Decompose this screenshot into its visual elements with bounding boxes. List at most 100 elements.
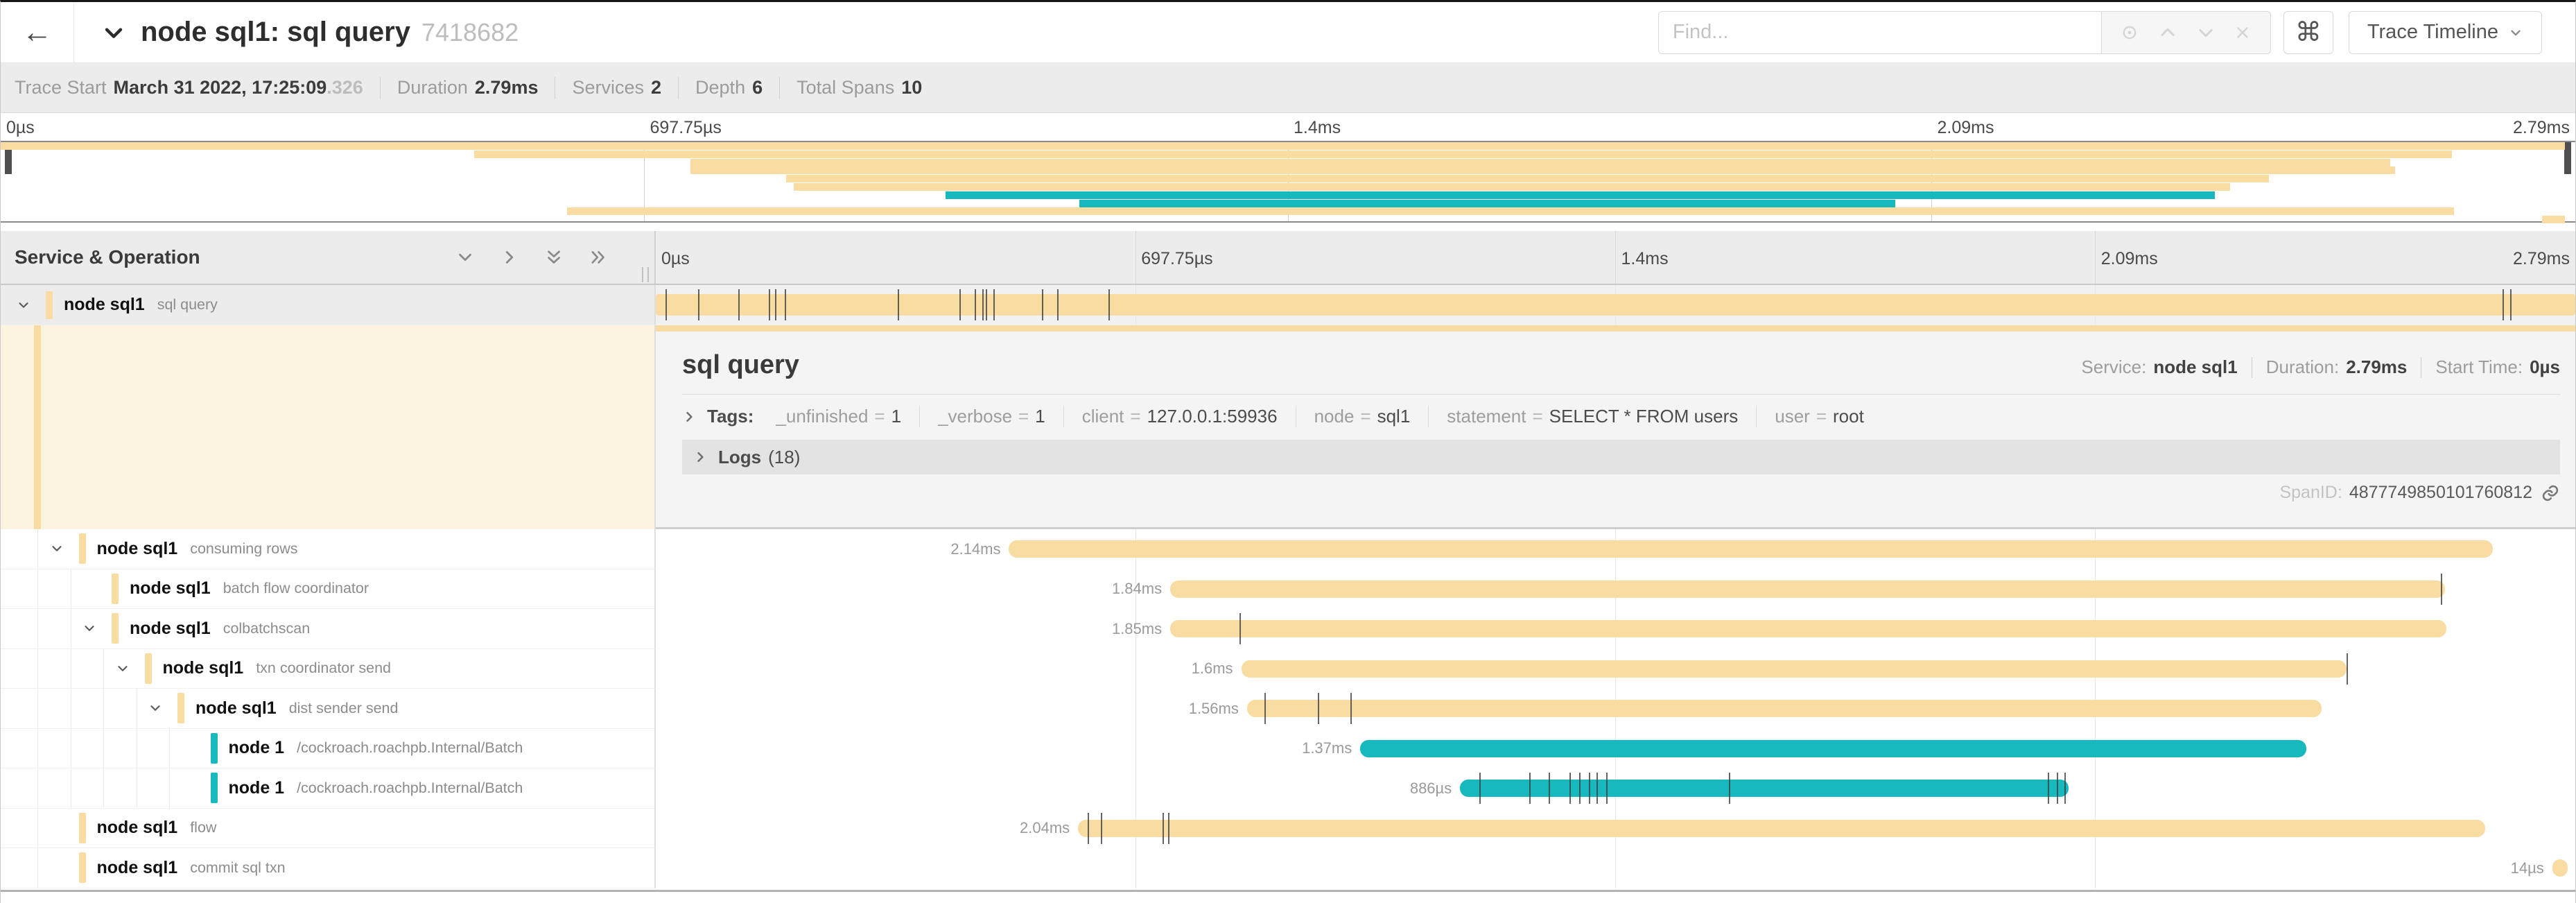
axis-tick-label: 1.4ms bbox=[1621, 249, 1669, 269]
tree-indent-guide bbox=[103, 768, 104, 808]
collapse-one-icon[interactable] bbox=[455, 247, 476, 268]
span-detail-panel: sql query Service:node sql1Duration:2.79… bbox=[656, 325, 2575, 529]
span-bar[interactable] bbox=[1242, 660, 2347, 678]
operation-name: batch flow coordinator bbox=[223, 580, 369, 597]
tree-indent-guide bbox=[103, 729, 104, 768]
tree-chevron-down-icon[interactable] bbox=[46, 541, 67, 556]
span-name-cell[interactable]: node sql1txn coordinator send bbox=[1, 649, 656, 689]
span-row[interactable]: node 1/cockroach.roachpb.Internal/Batch 1… bbox=[1, 729, 2575, 769]
axis-tick-label: 0µs bbox=[6, 118, 35, 138]
log-tick-mark bbox=[2503, 289, 2504, 320]
span-timeline-cell[interactable]: 1.37ms bbox=[656, 729, 2575, 769]
summary-value-suffix: .326 bbox=[327, 77, 363, 98]
minimap-right-scrubber[interactable] bbox=[2564, 142, 2571, 174]
find-prev-icon[interactable] bbox=[2158, 23, 2177, 42]
span-row[interactable]: node sql1dist sender send1.56ms bbox=[1, 689, 2575, 729]
view-selector-label: Trace Timeline bbox=[2367, 21, 2498, 44]
span-name-cell[interactable]: node sql1flow bbox=[1, 809, 656, 849]
span-bar[interactable] bbox=[1170, 580, 2445, 598]
expand-one-icon[interactable] bbox=[499, 247, 520, 268]
log-tick-mark bbox=[775, 289, 776, 320]
find-next-icon[interactable] bbox=[2196, 23, 2216, 42]
span-timeline-cell[interactable]: 1.6ms bbox=[656, 649, 2575, 689]
tree-chevron-down-icon[interactable] bbox=[79, 621, 100, 636]
span-bar[interactable] bbox=[1460, 780, 2069, 797]
tag-key: user bbox=[1775, 406, 1810, 427]
tags-section[interactable]: Tags: _unfinished=1_verbose=1client=127.… bbox=[682, 406, 2560, 427]
tag-list: _unfinished=1_verbose=1client=127.0.0.1:… bbox=[758, 406, 1881, 427]
summary-label: Depth bbox=[695, 77, 745, 98]
span-name-cell[interactable]: node sql1consuming rows bbox=[1, 529, 656, 569]
log-tick-mark bbox=[665, 289, 667, 320]
column-resizer-handle[interactable] bbox=[642, 267, 649, 282]
span-name-cell[interactable]: node sql1batch flow coordinator bbox=[1, 569, 656, 610]
span-name-cell[interactable]: node sql1sql query bbox=[1, 285, 656, 325]
span-bar[interactable] bbox=[1078, 820, 2485, 837]
tag-equals: = bbox=[1130, 406, 1140, 427]
service-color-bar bbox=[112, 574, 119, 604]
span-name-cell[interactable]: node sql1dist sender send bbox=[1, 689, 656, 729]
span-timeline-cell[interactable]: 1.56ms bbox=[656, 689, 2575, 729]
log-tick-mark bbox=[1569, 773, 1571, 804]
expand-all-icon[interactable] bbox=[588, 247, 609, 268]
summary-label: Trace Start bbox=[15, 77, 107, 98]
span-timeline-cell[interactable]: 886µs bbox=[656, 768, 2575, 809]
span-name-cell[interactable]: node 1/cockroach.roachpb.Internal/Batch bbox=[1, 768, 656, 809]
find-input[interactable] bbox=[1658, 11, 2102, 54]
span-duration-label: 1.37ms bbox=[1302, 739, 1352, 757]
view-selector-button[interactable]: Trace Timeline bbox=[2349, 11, 2542, 54]
span-bar[interactable] bbox=[1170, 620, 2446, 637]
service-color-bar bbox=[79, 852, 86, 883]
trace-collapse-chevron-icon[interactable] bbox=[102, 21, 125, 44]
log-tick-mark bbox=[1318, 693, 1319, 724]
back-button[interactable]: ← bbox=[1, 2, 74, 62]
span-bar[interactable] bbox=[1247, 700, 2322, 717]
span-timeline-cell[interactable]: 14µs bbox=[656, 848, 2575, 888]
tag-item: _unfinished=1 bbox=[758, 406, 919, 427]
span-name-cell[interactable]: node sql1colbatchscan bbox=[1, 609, 656, 649]
span-timeline-cell[interactable]: 2.14ms bbox=[656, 529, 2575, 569]
minimap-canvas[interactable] bbox=[1, 141, 2575, 223]
header-controls: ⌘ Trace Timeline bbox=[1658, 11, 2575, 54]
tree-indent-guide bbox=[37, 768, 38, 808]
collapse-all-icon[interactable] bbox=[543, 247, 564, 268]
span-bar[interactable] bbox=[1360, 740, 2306, 757]
service-color-bar bbox=[79, 533, 86, 564]
span-row[interactable]: node sql1sql query bbox=[1, 285, 2575, 325]
span-timeline-cell[interactable] bbox=[656, 285, 2575, 325]
service-color-bar bbox=[211, 773, 218, 803]
expand-collapse-controls bbox=[455, 247, 654, 268]
logs-expand-chevron-icon[interactable] bbox=[693, 450, 707, 464]
link-icon[interactable] bbox=[2541, 483, 2560, 503]
minimap-span-bar bbox=[946, 191, 2215, 199]
span-bar[interactable] bbox=[1009, 540, 2492, 558]
span-bar[interactable] bbox=[2552, 859, 2568, 877]
span-timeline-cell[interactable]: 1.85ms bbox=[656, 609, 2575, 649]
span-name-cell[interactable]: node sql1commit sql txn bbox=[1, 848, 656, 888]
span-row[interactable]: node sql1commit sql txn14µs bbox=[1, 848, 2575, 888]
tree-indent-guide bbox=[103, 689, 104, 728]
span-timeline-cell[interactable]: 2.04ms bbox=[656, 809, 2575, 849]
tags-expand-chevron-icon[interactable] bbox=[682, 410, 696, 424]
locate-icon[interactable] bbox=[2120, 23, 2139, 42]
tree-chevron-down-icon[interactable] bbox=[112, 661, 133, 676]
span-name-cell[interactable]: node 1/cockroach.roachpb.Internal/Batch bbox=[1, 729, 656, 769]
span-bar[interactable] bbox=[656, 294, 2575, 316]
span-row[interactable]: node sql1flow2.04ms bbox=[1, 809, 2575, 849]
span-row[interactable]: node sql1colbatchscan1.85ms bbox=[1, 609, 2575, 649]
span-row[interactable]: node sql1txn coordinator send1.6ms bbox=[1, 649, 2575, 689]
log-tick-mark bbox=[1264, 693, 1266, 724]
minimap-axis-labels: 0µs697.75µs1.4ms2.09ms2.79ms bbox=[1, 113, 2575, 141]
span-row[interactable]: node sql1consuming rows2.14ms bbox=[1, 529, 2575, 569]
summary-separator bbox=[779, 77, 780, 99]
tree-chevron-down-icon[interactable] bbox=[145, 700, 166, 716]
span-timeline-cell[interactable]: 1.84ms bbox=[656, 569, 2575, 610]
service-name: node sql1 bbox=[97, 818, 178, 838]
service-color-bar bbox=[177, 693, 184, 723]
find-clear-icon[interactable] bbox=[2234, 24, 2252, 42]
keyboard-shortcuts-button[interactable]: ⌘ bbox=[2283, 11, 2333, 54]
logs-section[interactable]: Logs (18) bbox=[682, 440, 2560, 474]
span-row[interactable]: node sql1batch flow coordinator1.84ms bbox=[1, 569, 2575, 610]
tree-chevron-down-icon[interactable] bbox=[13, 298, 34, 313]
span-row[interactable]: node 1/cockroach.roachpb.Internal/Batch8… bbox=[1, 768, 2575, 809]
